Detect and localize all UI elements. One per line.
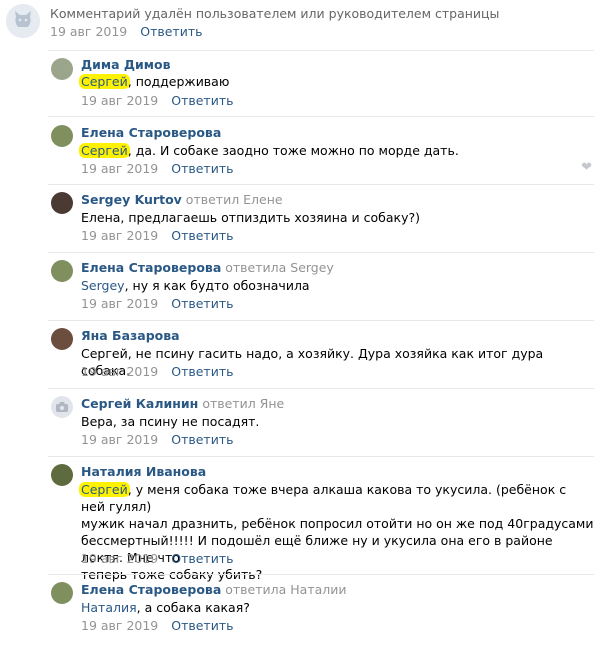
reply-button[interactable]: Ответить: [171, 228, 233, 243]
reply-button[interactable]: Ответить: [171, 161, 233, 176]
deleted-comment-text: Комментарий удалён пользователем или рук…: [50, 6, 500, 21]
comment-date[interactable]: 19 авг 2019: [81, 364, 158, 379]
comment-header: Sergey Kurtov ответил Елене: [81, 192, 283, 207]
reply-button[interactable]: Ответить: [140, 24, 202, 39]
reply-button[interactable]: Ответить: [171, 551, 233, 566]
replied-to[interactable]: ответил Елене: [186, 192, 283, 207]
comment-text: Сергей, поддерживаю: [79, 73, 594, 90]
comment-date[interactable]: 19 авг 2019: [81, 228, 158, 243]
heart-icon[interactable]: ❤: [581, 160, 592, 175]
comment-date[interactable]: 19 авг 2019: [81, 93, 158, 108]
comment-text: Сергей, у меня собака тоже вчера алкаша …: [79, 481, 594, 583]
author-link[interactable]: Елена Староверова: [81, 260, 221, 275]
deleted-comment: Комментарий удалён пользователем или рук…: [0, 0, 594, 48]
author-link[interactable]: Наталия Иванова: [81, 464, 206, 479]
camera-icon[interactable]: [51, 396, 73, 418]
comment-meta: 19 авг 2019 Ответить: [81, 93, 233, 108]
author-link[interactable]: Елена Староверова: [81, 125, 221, 140]
mention-link[interactable]: Сергей: [81, 74, 128, 89]
comment-body: , да. И собаке заодно тоже можно по морд…: [127, 143, 459, 158]
mention-link[interactable]: Сергей: [81, 143, 128, 158]
comment: Дима Димов Сергей, поддерживаю 19 авг 20…: [48, 50, 594, 117]
comment-body: , поддерживаю: [127, 74, 230, 89]
comment-body: Елена, предлагаешь отпиздить хозяина и с…: [81, 210, 420, 225]
reply-button[interactable]: Ответить: [171, 93, 233, 108]
comment: Наталия Иванова Сергей, у меня собака то…: [48, 456, 594, 582]
comment-body: , ну я как будто обозначила: [124, 278, 310, 293]
mention-highlight: Сергей: [79, 143, 130, 158]
comment-header: Елена Староверова ответила Sergey: [81, 260, 334, 275]
replied-to[interactable]: ответила Наталии: [225, 582, 346, 597]
comment-date[interactable]: 19 авг 2019: [81, 551, 158, 566]
comment-header: Яна Базарова: [81, 328, 180, 343]
comment-text: Sergey, ну я как будто обозначила: [81, 277, 594, 294]
comment-text: Елена, предлагаешь отпиздить хозяина и с…: [81, 209, 594, 226]
avatar[interactable]: [51, 464, 73, 486]
comment-header: Елена Староверова ответила Наталии: [81, 582, 347, 597]
comment-meta: 19 авг 2019 Ответить: [81, 551, 233, 566]
mention-link[interactable]: Сергей: [81, 482, 128, 497]
comment-body: Вера, за псину не посадят.: [81, 414, 260, 429]
reply-button[interactable]: Ответить: [171, 618, 233, 633]
mention-highlight: Сергей: [79, 482, 130, 497]
comment-header: Сергей Калинин ответил Яне: [81, 396, 284, 411]
author-link[interactable]: Елена Староверова: [81, 582, 221, 597]
comment-text: Вера, за псину не посадят.: [81, 413, 594, 430]
comment-meta: 19 авг 2019 Ответить: [81, 296, 233, 311]
comment-body: , а собака какая?: [136, 600, 250, 615]
comment-date[interactable]: 19 авг 2019: [81, 618, 158, 633]
mention-link[interactable]: Наталия: [81, 600, 137, 615]
avatar[interactable]: [51, 58, 73, 80]
comment-text: Наталия, а собака какая?: [81, 599, 594, 616]
avatar[interactable]: [51, 260, 73, 282]
avatar[interactable]: [51, 582, 73, 604]
comment: Яна Базарова Сергей, не псину гасить над…: [48, 320, 594, 389]
vk-dog-icon[interactable]: [6, 4, 40, 38]
comment-date[interactable]: 19 авг 2019: [50, 24, 127, 39]
comment-meta: 19 авг 2019 Ответить: [81, 161, 233, 176]
reply-button[interactable]: Ответить: [171, 432, 233, 447]
comment-meta: 19 авг 2019 Ответить: [81, 364, 233, 379]
author-link[interactable]: Дима Димов: [81, 57, 171, 72]
comment-meta: 19 авг 2019 Ответить: [81, 228, 233, 243]
comment-meta: 19 авг 2019 Ответить: [81, 432, 233, 447]
reply-button[interactable]: Ответить: [171, 364, 233, 379]
author-link[interactable]: Sergey Kurtov: [81, 192, 182, 207]
author-link[interactable]: Яна Базарова: [81, 328, 180, 343]
replied-to[interactable]: ответила Sergey: [225, 260, 334, 275]
comment-text: Сергей, да. И собаке заодно тоже можно п…: [79, 142, 594, 159]
comment-meta: 19 авг 2019 Ответить: [50, 24, 202, 39]
comment: Сергей Калинин ответил Яне Вера, за псин…: [48, 388, 594, 457]
mention-link[interactable]: Sergey: [81, 278, 125, 293]
author-link[interactable]: Сергей Калинин: [81, 396, 198, 411]
reply-button[interactable]: Ответить: [171, 296, 233, 311]
comment-body: , у меня собака тоже вчера алкаша какова…: [81, 482, 594, 582]
comment: Елена Староверова ответила Наталии Натал…: [48, 574, 594, 653]
comment-meta: 19 авг 2019 Ответить: [81, 618, 233, 633]
mention-highlight: Сергей: [79, 74, 130, 89]
comment-header: Наталия Иванова: [81, 464, 206, 479]
comment-date[interactable]: 19 авг 2019: [81, 161, 158, 176]
comment-header: Дима Димов: [81, 57, 171, 72]
comment: Елена Староверова Сергей, да. И собаке з…: [48, 116, 594, 185]
comment-header: Елена Староверова: [81, 125, 221, 140]
comment: Елена Староверова ответила Sergey Sergey…: [48, 252, 594, 321]
comment-date[interactable]: 19 авг 2019: [81, 432, 158, 447]
avatar[interactable]: [51, 125, 73, 147]
replied-to[interactable]: ответил Яне: [202, 396, 284, 411]
comment-date[interactable]: 19 авг 2019: [81, 296, 158, 311]
comment: Sergey Kurtov ответил Елене Елена, предл…: [48, 184, 594, 253]
avatar[interactable]: [51, 192, 73, 214]
avatar[interactable]: [51, 328, 73, 350]
